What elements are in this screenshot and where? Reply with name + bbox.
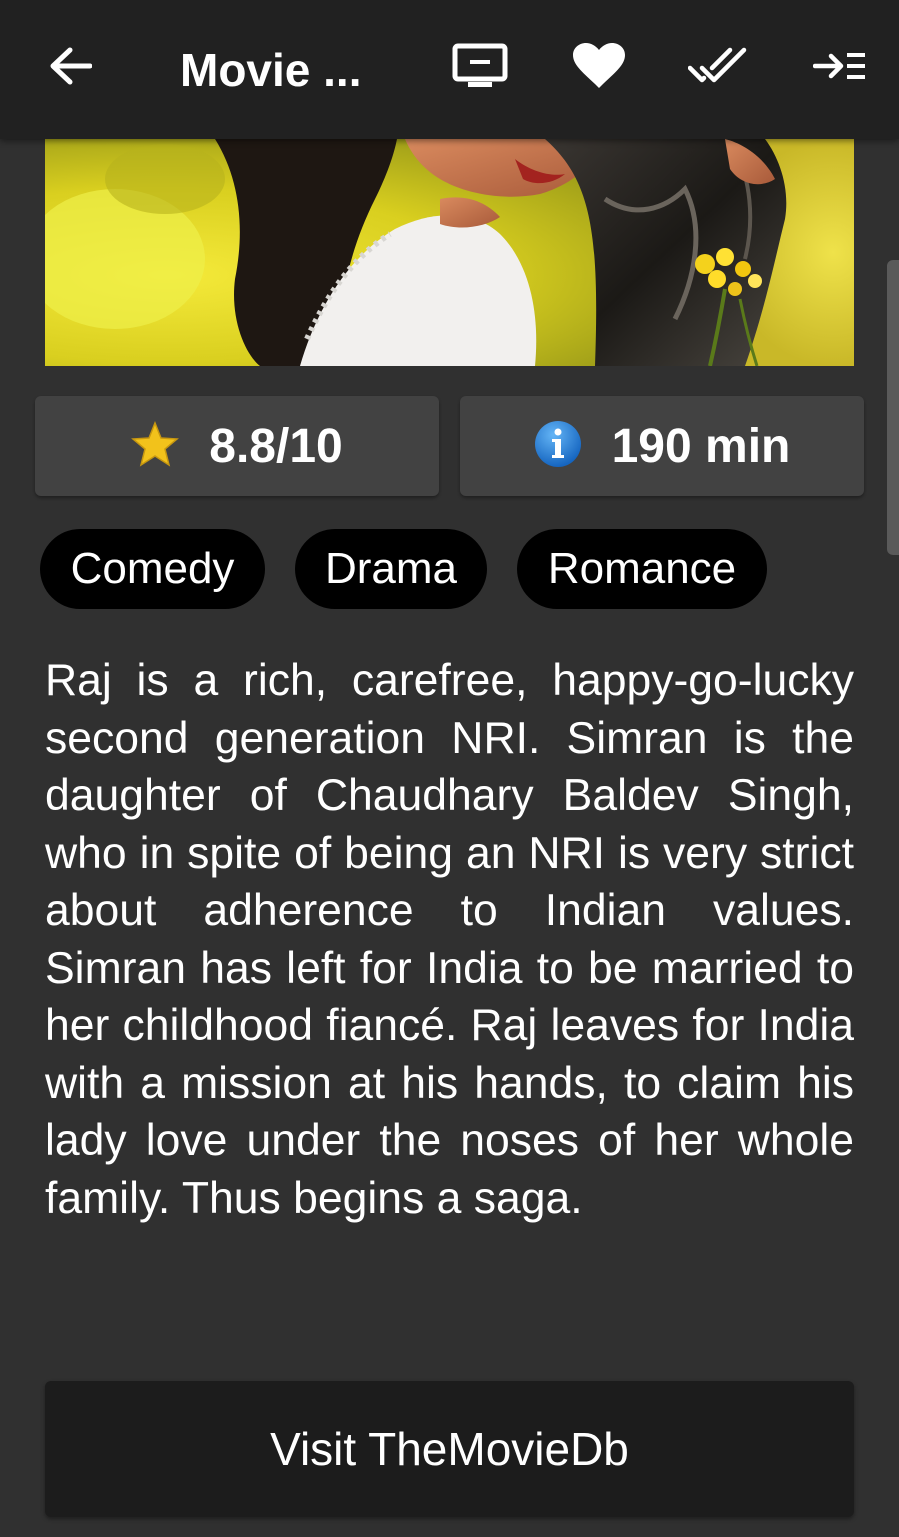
genre-chip-romance[interactable]: Romance <box>517 529 767 609</box>
movie-poster <box>45 139 854 366</box>
add-to-list-button[interactable] <box>802 30 878 106</box>
arrow-left-icon <box>48 46 93 91</box>
watch-button[interactable] <box>442 30 518 106</box>
app-bar: Movie ... <box>0 0 899 139</box>
star-icon <box>131 420 180 472</box>
genre-chip-drama[interactable]: Drama <box>295 529 487 609</box>
rating-card: 8.8/10 <box>35 396 439 496</box>
double-check-icon <box>687 46 748 91</box>
add-to-list-icon <box>812 49 867 88</box>
info-icon <box>534 420 582 473</box>
rating-value: 8.8/10 <box>209 419 343 473</box>
visit-themoviedb-button[interactable]: Visit TheMovieDb <box>45 1381 854 1517</box>
tv-icon <box>451 42 509 95</box>
scrollbar[interactable] <box>887 260 899 555</box>
page-title: Movie ... <box>180 44 362 96</box>
genre-chip-comedy[interactable]: Comedy <box>40 529 265 609</box>
favorite-button[interactable] <box>561 30 637 106</box>
heart-icon <box>572 42 626 95</box>
watched-button[interactable] <box>680 30 756 106</box>
runtime-value: 190 min <box>611 419 791 473</box>
movie-detail-screen: Movie ... 8.8/10 190 min Comedy Drama Ro… <box>0 0 899 1537</box>
back-button[interactable] <box>32 30 108 106</box>
movie-overview: Raj is a rich, carefree, happy-go-lucky … <box>45 656 854 1223</box>
runtime-card: 190 min <box>460 396 864 496</box>
